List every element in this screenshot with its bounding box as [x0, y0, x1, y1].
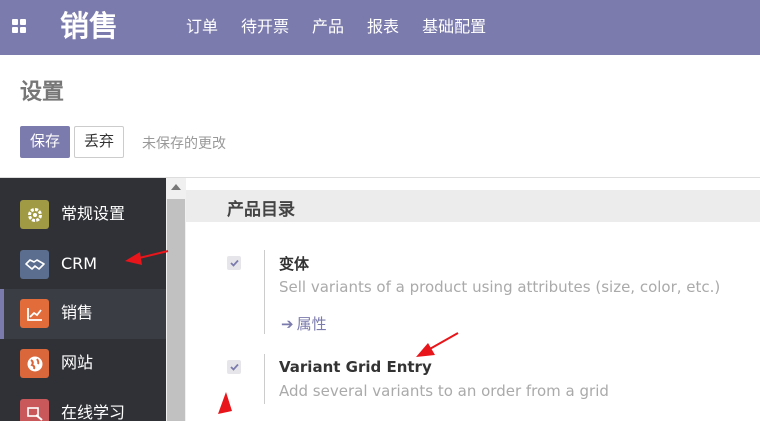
menu-item-configuration[interactable]: 基础配置: [422, 16, 486, 38]
section-title: 产品目录: [227, 200, 295, 220]
sidebar-item-label: 在线学习: [61, 403, 126, 421]
elearning-icon: [20, 399, 49, 421]
page-title: 设置: [20, 80, 65, 105]
setting-divider: [264, 354, 265, 404]
scroll-thumb[interactable]: [167, 199, 185, 421]
setting-divider: [264, 250, 265, 334]
save-button[interactable]: 保存: [20, 126, 71, 158]
chart-icon: [20, 299, 49, 328]
attributes-link-label: 属性: [296, 315, 327, 333]
menu-item-to-invoice[interactable]: 待开票: [241, 16, 289, 38]
sidebar-item-general-settings[interactable]: 常规设置: [0, 190, 166, 240]
main-menu: 订单 待开票 产品 报表 基础配置: [186, 16, 509, 38]
attributes-link[interactable]: ➔ 属性: [281, 313, 327, 334]
annotation-arrow-variant-grid: [416, 332, 459, 357]
variants-checkbox[interactable]: [227, 256, 241, 270]
scroll-up-arrow-icon[interactable]: [171, 184, 181, 190]
sidebar-item-label: 销售: [61, 303, 94, 322]
variant-grid-description: Add several variants to an order from a …: [279, 382, 609, 400]
unsaved-changes-text: 未保存的更改: [142, 136, 226, 152]
menu-item-products[interactable]: 产品: [312, 16, 344, 38]
settings-sidebar: 常规设置 CRM 销售 网站 在线学习: [0, 178, 166, 421]
arrow-right-icon: ➔: [281, 314, 294, 333]
sidebar-item-label: 网站: [61, 353, 94, 372]
sidebar-item-website[interactable]: 网站: [0, 339, 166, 389]
variants-description: Sell variants of a product using attribu…: [279, 278, 721, 296]
globe-icon: [20, 349, 49, 378]
sidebar-item-label: CRM: [61, 254, 98, 273]
variant-grid-title: Variant Grid Entry: [279, 358, 432, 376]
sidebar-item-label: 常规设置: [61, 204, 126, 223]
variant-grid-checkbox[interactable]: [227, 360, 241, 374]
section-header: 产品目录: [186, 190, 760, 222]
top-navbar: 销售 订单 待开票 产品 报表 基础配置: [0, 0, 760, 55]
discard-button[interactable]: 丢弃: [74, 126, 125, 158]
annotation-arrow-checkbox: [218, 392, 232, 414]
sidebar-scrollbar[interactable]: [166, 178, 186, 421]
app-title[interactable]: 销售: [60, 8, 118, 44]
gear-icon: [20, 200, 49, 229]
sidebar-item-crm[interactable]: CRM: [0, 240, 166, 290]
sidebar-item-sales[interactable]: 销售: [0, 289, 166, 339]
apps-menu-icon[interactable]: [12, 19, 27, 34]
menu-item-orders[interactable]: 订单: [186, 16, 218, 38]
menu-item-reporting[interactable]: 报表: [367, 16, 399, 38]
sidebar-item-elearning[interactable]: 在线学习: [0, 389, 166, 421]
handshake-icon: [20, 250, 49, 279]
variants-title: 变体: [279, 255, 310, 273]
